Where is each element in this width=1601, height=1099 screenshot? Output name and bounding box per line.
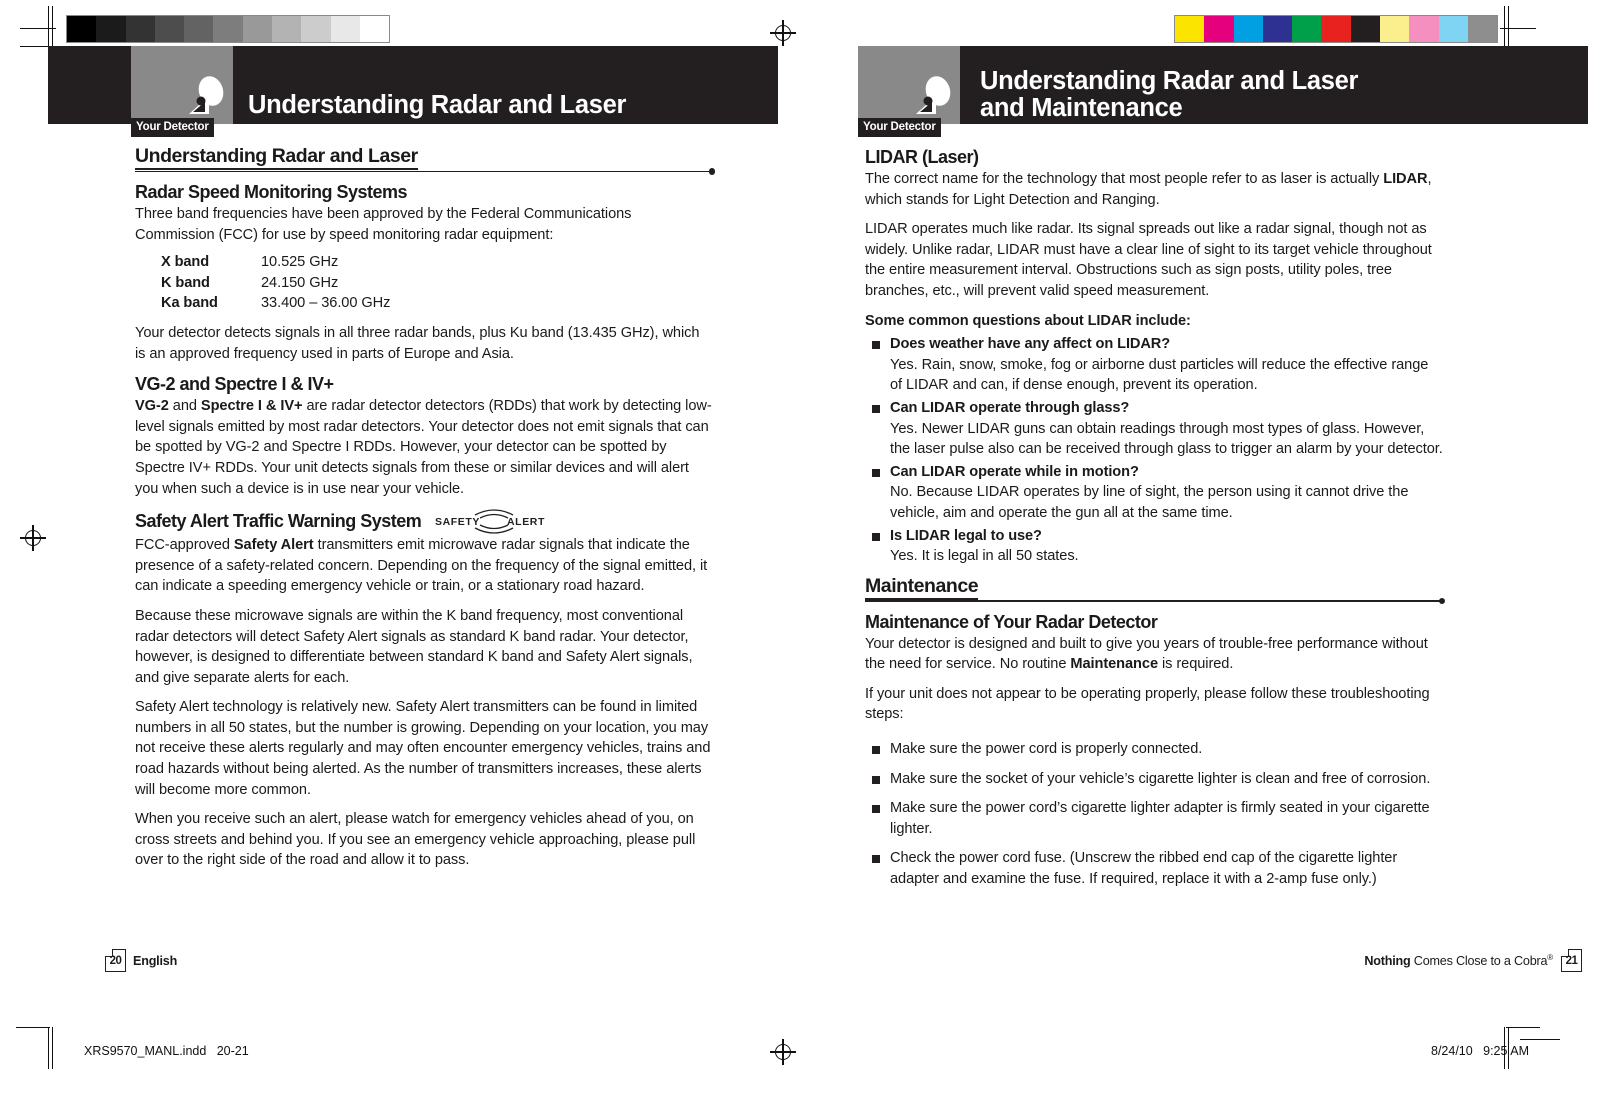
lidar-answer: Yes. Newer LIDAR guns can obtain reading… [890,420,1443,458]
cobra-tagline: Nothing Comes Close to a Cobra® [1364,953,1553,968]
paragraph-safety-2: Because these microwave signals are with… [135,607,693,686]
maint-1-tail: is required. [1158,656,1234,673]
left-page-banner: Understanding Radar and Laser Your Detec… [48,46,778,137]
list-item: Make sure the power cord’s cigarette lig… [865,798,1443,839]
safety-alert-term: Safety Alert [233,537,314,554]
right-section-title: Maintenance [865,575,979,600]
vg2-conj: and [168,398,201,415]
right-column: LIDAR (Laser) The correct name for the t… [865,146,1445,899]
crop-mark-bottom-left-vertical-2 [52,1027,53,1069]
radar-band-table: X band 10.525 GHz K band 24.150 GHz Ka b… [161,252,390,314]
table-row: K band 24.150 GHz [161,273,390,294]
list-item: Can LIDAR operate through glass? Yes. Ne… [865,398,1443,460]
right-page-footer: Nothing Comes Close to a Cobra® 21 [1364,949,1582,972]
heading-vg2-spectre: VG-2 and Spectre I & IV+ [135,374,334,395]
left-page-footer: 20 English [105,949,177,972]
left-section-rule-dot [708,168,715,175]
detector-logo-icon [906,74,960,118]
band-frequency: 24.150 GHz [261,274,339,291]
spectre-term: Spectre I & IV+ [200,398,303,415]
lidar-question-list: Does weather have any affect on LIDAR? Y… [865,334,1443,567]
safety-alert-logo-icon: SAFETY ALERT [435,508,553,534]
heading-safety-alert-text: Safety Alert Traffic Warning System [135,511,422,532]
registered-mark: ® [1547,952,1553,962]
maintenance-term: Maintenance [1070,656,1158,673]
print-date-label: 8/24/10 9:25 AM [1431,1044,1529,1058]
bottom-print-bar: XRS9570_MANL.indd 20-21 8/24/10 9:25 AM [0,1009,1601,1099]
lidar-answer: Yes. It is legal in all 50 states. [890,548,1079,565]
crop-mark-bottom-left-vertical [48,1027,49,1069]
heading-lidar-questions: Some common questions about LIDAR includ… [865,312,1191,329]
svg-text:ALERT: ALERT [507,516,545,528]
lidar-term: LIDAR [1383,171,1428,187]
detector-logo-icon [179,74,233,118]
band-name: Ka band [161,295,218,312]
list-item: Is LIDAR legal to use? Yes. It is legal … [865,526,1443,567]
crop-rule-bottom-right-2 [1520,1039,1560,1040]
table-row: X band 10.525 GHz [161,252,390,273]
registration-mark-bottom-center [770,1039,796,1065]
left-section-title: Understanding Radar and Laser [135,146,418,170]
right-banner-title: Understanding Radar and Laser and Mainte… [980,67,1359,122]
table-row: Ka band 33.400 – 36.00 GHz [161,293,390,314]
paragraph-lidar-1: The correct name for the technology that… [865,169,1443,210]
lidar-question: Can LIDAR operate while in motion? [890,463,1139,480]
left-column: Understanding Radar and Laser Radar Spee… [135,146,715,880]
paragraph-maintenance-2: If your unit does not appear to be opera… [865,685,1430,723]
band-name: K band [161,274,210,291]
paragraph-safety-1: FCC-approved Safety Alert transmitters e… [135,535,713,597]
lidar-question: Is LIDAR legal to use? [890,527,1042,544]
paragraph-bands-note: Your detector detects signals in all thr… [135,324,700,362]
right-section-rule-dot [1438,597,1445,605]
lidar-1-lead: The correct name for the technology that… [865,171,1384,187]
band-frequency: 10.525 GHz [261,254,339,271]
list-item: Make sure the socket of your vehicle’s c… [865,769,1443,790]
paragraph-vg2: VG-2 and Spectre I & IV+ are radar detec… [135,396,713,499]
paragraph-maintenance-1: Your detector is designed and built to g… [865,634,1443,675]
heading-safety-alert: Safety Alert Traffic Warning System SAFE… [135,508,713,534]
list-item: Does weather have any affect on LIDAR? Y… [865,334,1443,396]
page-spread: Understanding Radar and Laser Your Detec… [0,0,1601,1099]
list-item: Can LIDAR operate while in motion? No. B… [865,462,1443,524]
tagline-bold: Nothing [1364,954,1411,969]
lidar-question: Does weather have any affect on LIDAR? [890,336,1171,353]
right-page: Understanding Radar and Laser and Mainte… [858,46,1588,986]
left-tab-label: Your Detector [131,118,214,137]
lidar-answer: No. Because LIDAR operates by line of si… [890,484,1409,521]
safety-1-lead: FCC-approved [135,537,234,554]
right-tab-label: Your Detector [858,118,941,137]
svg-text:SAFETY: SAFETY [435,516,480,528]
left-page-number: 20 [105,949,126,972]
lidar-question: Can LIDAR operate through glass? [890,399,1130,416]
left-banner-title: Understanding Radar and Laser [248,91,627,119]
indesign-file-label: XRS9570_MANL.indd 20-21 [84,1044,249,1058]
left-section-header: Understanding Radar and Laser [135,146,715,175]
left-page-language: English [133,953,178,968]
heading-radar-speed-monitoring: Radar Speed Monitoring Systems [135,182,408,202]
crop-rule-bottom-right [1506,1027,1540,1028]
troubleshooting-step-list: Make sure the power cord is properly con… [865,739,1443,890]
list-item: Make sure the power cord is properly con… [865,739,1443,760]
right-section-rule [865,600,1443,602]
left-section-rule [135,170,713,172]
paragraph-safety-4: When you receive such an alert, please w… [135,811,696,869]
list-item: Check the power cord fuse. (Unscrew the … [865,848,1443,889]
right-page-banner: Understanding Radar and Laser and Mainte… [858,46,1588,137]
band-frequency: 33.400 – 36.00 GHz [261,295,391,312]
paragraph-safety-3: Safety Alert technology is relatively ne… [135,699,711,798]
crop-rule-bottom-left [16,1027,50,1028]
lidar-answer: Yes. Rain, snow, smoke, fog or airborne … [890,356,1429,394]
right-page-number: 21 [1561,949,1582,972]
heading-maintenance: Maintenance of Your Radar Detector [865,611,1158,632]
tagline-rest: Comes Close to a Cobra [1410,954,1548,969]
left-page: Understanding Radar and Laser Your Detec… [48,46,778,986]
paragraph-radar-intro: Three band frequencies have been approve… [135,206,632,243]
heading-lidar: LIDAR (Laser) [865,147,979,167]
paragraph-lidar-2: LIDAR operates much like radar. Its sign… [865,221,1432,299]
right-section-header: Maintenance [865,575,1445,605]
vg2-term: VG-2 [135,398,169,415]
band-name: X band [161,254,210,271]
